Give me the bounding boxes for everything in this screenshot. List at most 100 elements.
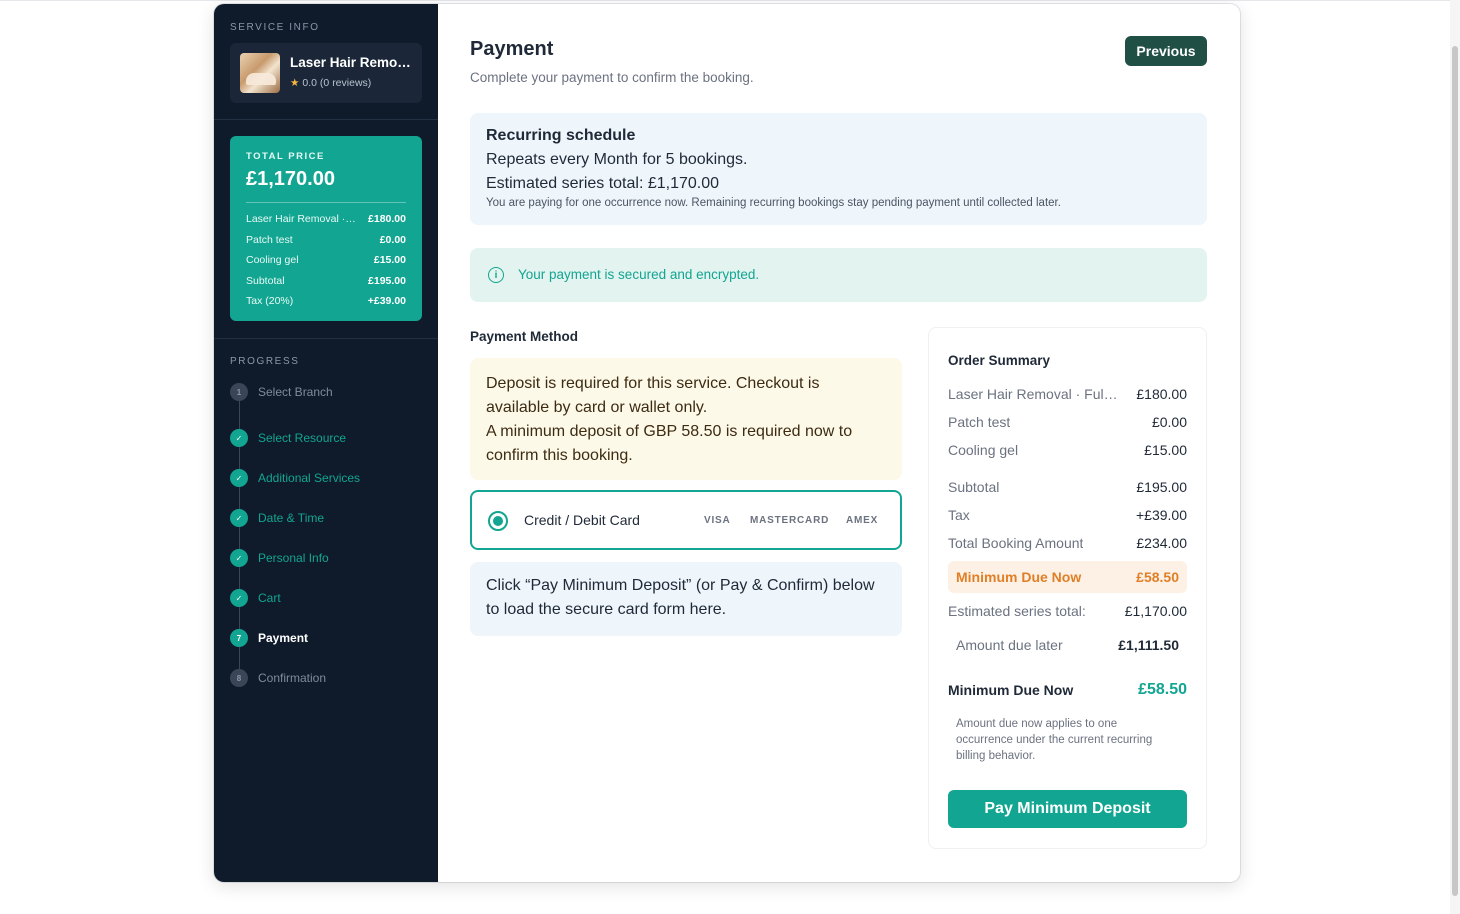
- step-number: 1: [230, 383, 248, 401]
- check-icon: ✓: [230, 469, 248, 487]
- step-number: 7: [230, 629, 248, 647]
- price-row-name: Tax (20%): [246, 295, 294, 307]
- summary-row-name: Tax: [948, 507, 970, 523]
- recurring-note: You are paying for one occurrence now. R…: [486, 197, 1061, 209]
- rating-text: 0.0 (0 reviews): [302, 77, 372, 89]
- summary-row-value: £0.00: [1151, 414, 1187, 430]
- step-additional-services[interactable]: ✓ Additional Services: [230, 468, 360, 488]
- payment-method-label: Payment Method: [470, 329, 579, 344]
- check-icon: ✓: [230, 549, 248, 567]
- card-option-label: Credit / Debit Card: [524, 512, 640, 528]
- summary-row: Laser Hair Removal · Full Legs £180.00: [948, 386, 1187, 402]
- deposit-notice: Deposit is required for this service. Ch…: [470, 358, 902, 480]
- minimum-due-now-value: £58.50: [1138, 681, 1187, 698]
- amount-due-description: Amount due now applies to one occurrence…: [956, 718, 1153, 762]
- summary-row-name: Cooling gel: [948, 442, 1019, 458]
- price-row-value: +£39.00: [367, 295, 406, 307]
- summary-row-name: Total Booking Amount: [948, 535, 1084, 551]
- summary-total-booking: Total Booking Amount £234.00: [948, 535, 1187, 551]
- minimum-due-now-label: Minimum Due Now: [948, 682, 1074, 698]
- step-confirmation[interactable]: 8 Confirmation: [230, 668, 326, 688]
- step-number: 8: [230, 669, 248, 687]
- visa-brand-label: VISA: [704, 515, 731, 526]
- summary-row: Cooling gel £15.00: [948, 442, 1187, 458]
- check-icon: ✓: [230, 429, 248, 447]
- order-summary: Order Summary Laser Hair Removal · Full …: [928, 327, 1207, 849]
- summary-subtotal: Subtotal £195.00: [948, 479, 1187, 495]
- summary-series-total: Estimated series total: £1,170.00: [948, 603, 1187, 619]
- step-label: Confirmation: [258, 671, 327, 685]
- service-thumbnail: [240, 53, 280, 93]
- summary-row-name: Patch test: [948, 414, 1011, 430]
- amount-later-label: Amount due later: [956, 637, 1063, 653]
- summary-row-value: £234.00: [1136, 535, 1187, 551]
- price-row-name: Cooling gel: [246, 254, 299, 266]
- step-select-resource[interactable]: ✓ Select Resource: [230, 428, 346, 448]
- secure-payment-text: Your payment is secured and encrypted.: [518, 267, 760, 282]
- order-summary-title: Order Summary: [948, 353, 1051, 368]
- price-row-value: £180.00: [368, 213, 406, 225]
- step-label: Payment: [258, 631, 309, 645]
- step-payment[interactable]: 7 Payment: [230, 628, 308, 648]
- price-row-name: Laser Hair Removal · Full Legs: [246, 213, 358, 225]
- minimum-due-value: £58.50: [1136, 569, 1179, 585]
- card-form-placeholder: Click “Pay Minimum Deposit” (or Pay & Co…: [470, 562, 902, 636]
- recurring-title: Recurring schedule: [486, 127, 636, 144]
- page-title: Payment: [470, 38, 554, 60]
- price-row: Tax (20%) +£39.00: [246, 295, 406, 307]
- minimum-due-highlight: Minimum Due Now £58.50: [948, 561, 1187, 593]
- pay-minimum-deposit-button[interactable]: Pay Minimum Deposit: [948, 790, 1187, 828]
- price-row-name: Patch test: [246, 234, 293, 246]
- recurring-frequency: Repeats every Month for 5 bookings.: [486, 151, 748, 168]
- total-price-value: £1,170.00: [246, 168, 335, 190]
- total-price-label: TOTAL PRICE: [246, 151, 325, 162]
- step-label: Select Branch: [258, 385, 333, 399]
- sidebar-divider: [214, 338, 438, 339]
- step-label: Cart: [258, 591, 281, 605]
- step-label: Additional Services: [258, 471, 361, 485]
- service-info-label: SERVICE INFO: [230, 22, 320, 33]
- summary-row-name: Laser Hair Removal · Full Legs: [948, 386, 1118, 402]
- payment-option-card[interactable]: Credit / Debit Card VISA MASTERCARD AMEX: [470, 490, 902, 550]
- page-subtitle: Complete your payment to confirm the boo…: [470, 70, 754, 85]
- total-price-card: TOTAL PRICE £1,170.00 Laser Hair Removal…: [230, 136, 422, 321]
- previous-button[interactable]: Previous: [1125, 36, 1207, 66]
- secure-payment-banner: i Your payment is secured and encrypted.: [470, 248, 1207, 302]
- price-row: Patch test £0.00: [246, 234, 406, 246]
- summary-row-value: +£39.00: [1136, 507, 1187, 523]
- service-card: Laser Hair Removal ★ 0.0 (0 reviews): [230, 43, 422, 103]
- main-panel: Payment Complete your payment to confirm…: [438, 4, 1240, 882]
- summary-row-value: £180.00: [1136, 386, 1187, 402]
- deposit-notice-line: A minimum deposit of GBP 58.50 is requir…: [486, 423, 853, 464]
- star-icon: ★: [290, 77, 300, 89]
- step-label: Select Resource: [258, 431, 347, 445]
- deposit-notice-line: Deposit is required for this service. Ch…: [486, 375, 820, 416]
- summary-row-value: £1,170.00: [1124, 603, 1187, 619]
- amount-later-value: £1,111.50: [1118, 637, 1179, 653]
- progress-label: PROGRESS: [230, 356, 300, 367]
- service-rating: ★ 0.0 (0 reviews): [290, 77, 371, 89]
- step-select-branch[interactable]: 1 Select Branch: [230, 382, 333, 402]
- card-radio[interactable]: [488, 511, 508, 531]
- summary-row: Patch test £0.00: [948, 414, 1187, 430]
- price-row-value: £195.00: [368, 275, 406, 287]
- step-date-time[interactable]: ✓ Date & Time: [230, 508, 324, 528]
- minimum-due-now: Minimum Due Now £58.50: [948, 681, 1187, 699]
- mastercard-brand-label: MASTERCARD: [750, 515, 830, 526]
- summary-row-name: Estimated series total:: [948, 603, 1086, 619]
- amount-due-later: Amount due later £1,111.50: [956, 637, 1179, 653]
- info-icon: i: [488, 267, 504, 283]
- scrollbar-thumb[interactable]: [1452, 46, 1458, 896]
- amex-brand-label: AMEX: [846, 515, 879, 526]
- summary-tax: Tax +£39.00: [948, 507, 1187, 523]
- step-label: Personal Info: [258, 551, 329, 565]
- step-personal-info[interactable]: ✓ Personal Info: [230, 548, 329, 568]
- recurring-series-total: Estimated series total: £1,170.00: [486, 175, 720, 192]
- page-scrollbar[interactable]: [1450, 0, 1460, 914]
- price-row: Subtotal £195.00: [246, 275, 406, 287]
- step-cart[interactable]: ✓ Cart: [230, 588, 281, 608]
- service-name: Laser Hair Removal: [290, 55, 414, 70]
- booking-modal: SERVICE INFO Laser Hair Removal ★ 0.0 (0 …: [214, 4, 1240, 882]
- price-divider: [246, 202, 406, 203]
- price-row: Laser Hair Removal · Full Legs £180.00: [246, 213, 406, 225]
